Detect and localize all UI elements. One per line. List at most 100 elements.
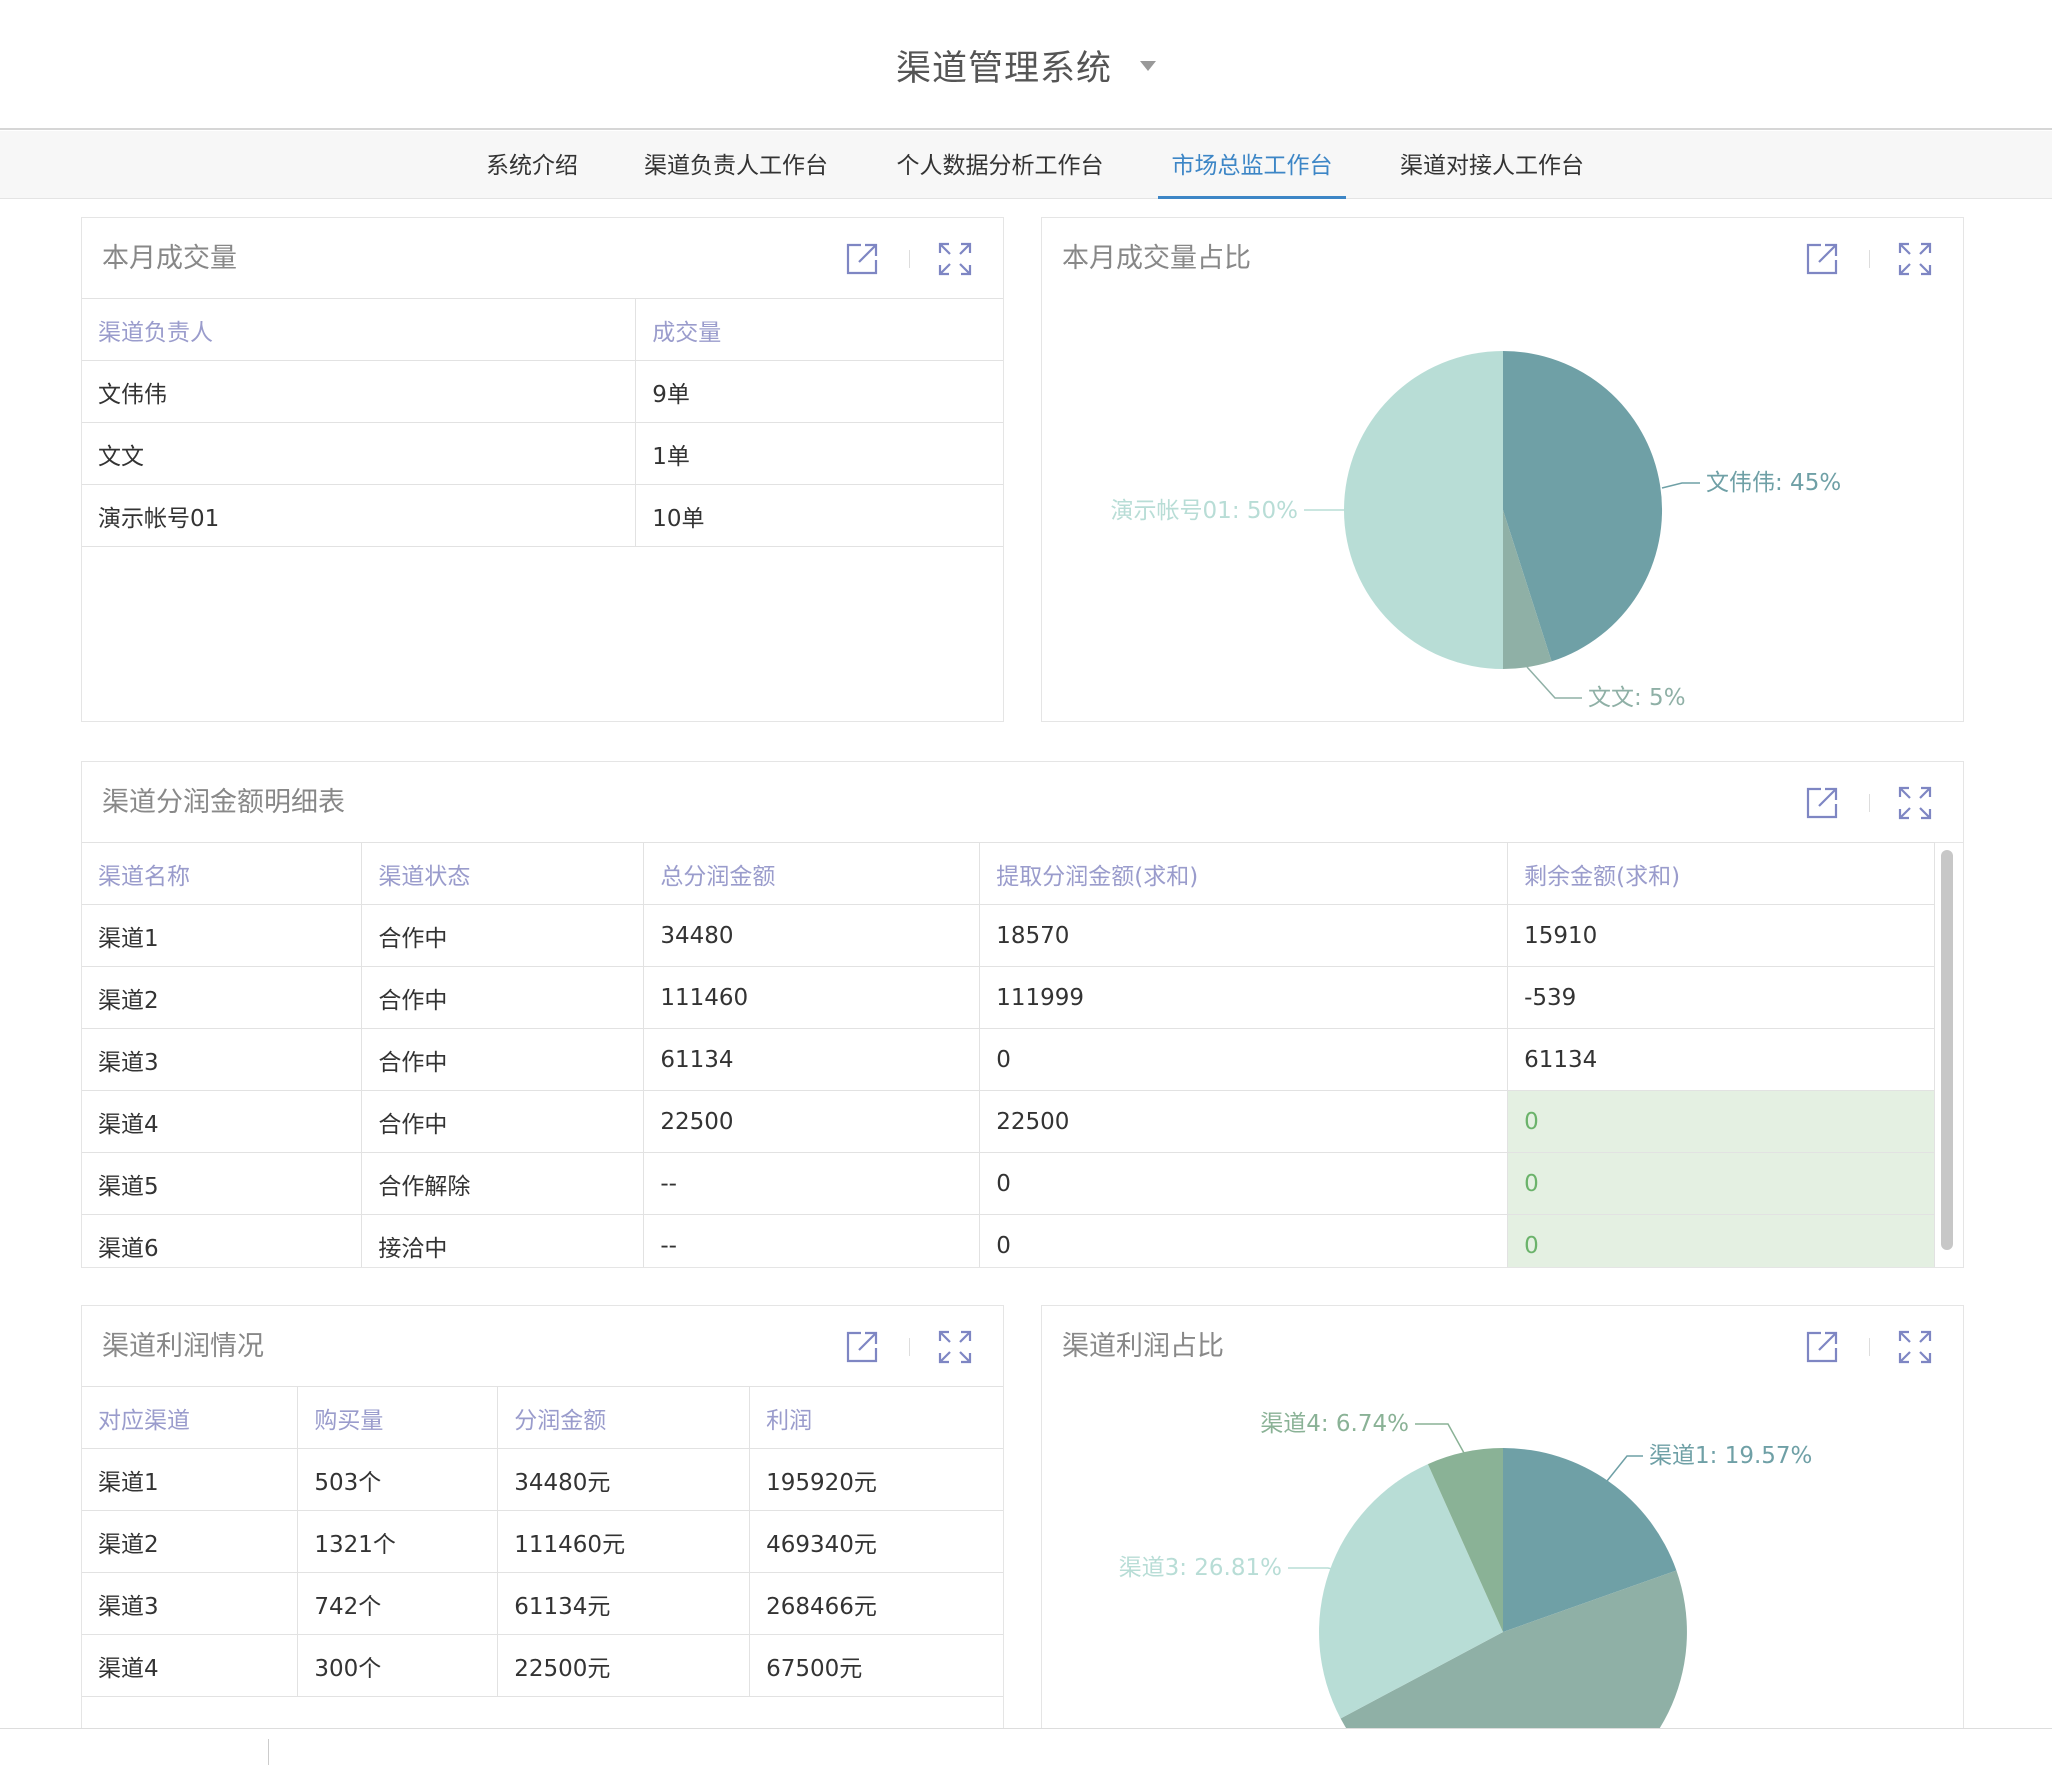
fullscreen-icon[interactable] bbox=[1896, 784, 1934, 822]
table-cell: 300个 bbox=[297, 1634, 499, 1697]
table-cell: 61134 bbox=[643, 1028, 981, 1091]
table-cell-highlighted: 0 bbox=[1507, 1214, 1935, 1267]
table-row: 渠道4 300个 22500元 67500元 bbox=[82, 1634, 1003, 1697]
table-cell: 渠道6 bbox=[82, 1214, 363, 1267]
table-header-row: 对应渠道 购买量 分润金额 利润 bbox=[82, 1386, 1003, 1449]
column-header[interactable]: 对应渠道 bbox=[82, 1386, 299, 1449]
pie-label-channel-1: 渠道1: 19.57% bbox=[1649, 1443, 1812, 1469]
table-cell: 503个 bbox=[297, 1448, 499, 1511]
table-cell: 渠道3 bbox=[82, 1572, 299, 1635]
table-cell: 渠道2 bbox=[82, 966, 363, 1029]
table-cell-highlighted: 0 bbox=[1507, 1152, 1935, 1215]
table-cell: 111460 bbox=[643, 966, 981, 1029]
table-cell: 渠道1 bbox=[82, 1448, 299, 1511]
table-cell: 111460元 bbox=[497, 1510, 751, 1573]
table-row: 渠道4 合作中 22500 22500 0 bbox=[82, 1090, 1935, 1153]
table-cell: 0 bbox=[979, 1214, 1509, 1267]
table-cell: 1单 bbox=[635, 422, 1003, 485]
divider bbox=[268, 1739, 269, 1765]
table-cell: 合作中 bbox=[361, 966, 645, 1029]
toolbar-divider bbox=[909, 1338, 910, 1356]
column-header[interactable]: 总分润金额 bbox=[643, 842, 981, 905]
table-cell: 61134 bbox=[1507, 1028, 1935, 1091]
table-cell: 合作中 bbox=[361, 1028, 645, 1091]
table-cell: 22500元 bbox=[497, 1634, 751, 1697]
chevron-down-icon[interactable] bbox=[1140, 61, 1156, 71]
fullscreen-icon[interactable] bbox=[936, 1328, 974, 1366]
table-cell: 文伟伟 bbox=[82, 360, 637, 423]
monthly-share-pie-chart: 文伟伟: 45% 文文: 5% 演示帐号01: 50% bbox=[1111, 351, 1841, 711]
column-header[interactable]: 购买量 bbox=[297, 1386, 499, 1449]
pie-slice-demo-account-01[interactable] bbox=[1344, 351, 1503, 669]
table-cell: 合作中 bbox=[361, 1090, 645, 1153]
open-external-icon[interactable] bbox=[843, 240, 881, 278]
table-header-row: 渠道负责人 成交量 bbox=[82, 298, 1003, 361]
bottom-bar bbox=[0, 1728, 2052, 1768]
table-cell: 195920元 bbox=[749, 1448, 1003, 1511]
table-cell: 22500 bbox=[643, 1090, 981, 1153]
channel-profit-panel: 渠道利润情况 对应渠道 购买量 分润金额 利润 渠道1 503个 34480元 … bbox=[81, 1305, 1004, 1755]
column-header[interactable]: 渠道名称 bbox=[82, 842, 363, 905]
label-line bbox=[1606, 1455, 1643, 1482]
pie-label-channel-4: 渠道4: 6.74% bbox=[1260, 1411, 1409, 1437]
table-cell: 67500元 bbox=[749, 1634, 1003, 1697]
column-header[interactable]: 渠道负责人 bbox=[82, 298, 637, 361]
tab-channel-contact-workbench[interactable]: 渠道对接人工作台 bbox=[1396, 131, 1588, 199]
column-header[interactable]: 渠道状态 bbox=[361, 842, 645, 905]
pie-label-wenwen: 文文: 5% bbox=[1588, 685, 1686, 711]
table-row: 演示帐号01 10单 bbox=[82, 484, 1003, 547]
table-cell: 34480 bbox=[643, 904, 981, 967]
app-title-switcher[interactable]: 渠道管理系统 bbox=[0, 40, 2052, 91]
column-header[interactable]: 利润 bbox=[749, 1386, 1003, 1449]
table-cell: 渠道4 bbox=[82, 1634, 299, 1697]
table-cell: 渠道1 bbox=[82, 904, 363, 967]
toolbar-divider bbox=[1869, 794, 1870, 812]
table-cell: 268466元 bbox=[749, 1572, 1003, 1635]
table-cell: 渠道5 bbox=[82, 1152, 363, 1215]
monthly-volume-panel: 本月成交量 渠道负责人 成交量 文伟伟 9单 文文 1单 演示帐号01 10单 bbox=[81, 217, 1004, 722]
table-row: 文伟伟 9单 bbox=[82, 360, 1003, 423]
label-line bbox=[1526, 666, 1582, 699]
tab-personal-analysis-workbench[interactable]: 个人数据分析工作台 bbox=[892, 131, 1108, 199]
table-row: 渠道1 合作中 34480 18570 15910 bbox=[82, 904, 1935, 967]
vertical-scrollbar[interactable] bbox=[1941, 850, 1953, 1250]
app-header: 渠道管理系统 bbox=[0, 0, 2052, 130]
table-cell: 渠道3 bbox=[82, 1028, 363, 1091]
main-nav: 系统介绍 渠道负责人工作台 个人数据分析工作台 市场总监工作台 渠道对接人工作台 bbox=[0, 131, 2052, 199]
tab-channel-owner-workbench[interactable]: 渠道负责人工作台 bbox=[640, 131, 832, 199]
panel-title: 渠道分润金额明细表 bbox=[102, 787, 345, 818]
table-row: 渠道5 合作解除 -- 0 0 bbox=[82, 1152, 1935, 1215]
open-external-icon[interactable] bbox=[1803, 784, 1841, 822]
table-cell: -539 bbox=[1507, 966, 1935, 1029]
table-cell: 文文 bbox=[82, 422, 637, 485]
table-row: 渠道1 503个 34480元 195920元 bbox=[82, 1448, 1003, 1511]
table-cell: 34480元 bbox=[497, 1448, 751, 1511]
open-external-icon[interactable] bbox=[843, 1328, 881, 1366]
table-cell: 10单 bbox=[635, 484, 1003, 547]
table-cell: 15910 bbox=[1507, 904, 1935, 967]
table-header-row: 渠道名称 渠道状态 总分润金额 提取分润金额(求和) 剩余金额(求和) bbox=[82, 842, 1935, 905]
label-line bbox=[1415, 1423, 1465, 1454]
table-cell: -- bbox=[643, 1214, 981, 1267]
fullscreen-icon[interactable] bbox=[936, 240, 974, 278]
column-header[interactable]: 分润金额 bbox=[497, 1386, 751, 1449]
table-cell-highlighted: 0 bbox=[1507, 1090, 1935, 1153]
tab-marketing-director-workbench[interactable]: 市场总监工作台 bbox=[1158, 131, 1346, 199]
column-header[interactable]: 提取分润金额(求和) bbox=[979, 842, 1509, 905]
monthly-volume-table: 渠道负责人 成交量 文伟伟 9单 文文 1单 演示帐号01 10单 bbox=[82, 298, 1003, 547]
table-cell: 演示帐号01 bbox=[82, 484, 637, 547]
table-cell: 742个 bbox=[297, 1572, 499, 1635]
panel-title: 渠道利润情况 bbox=[102, 1331, 264, 1362]
table-cell: -- bbox=[643, 1152, 981, 1215]
table-row: 渠道2 1321个 111460元 469340元 bbox=[82, 1510, 1003, 1573]
column-header[interactable]: 剩余金额(求和) bbox=[1507, 842, 1935, 905]
profit-detail-table: 渠道名称 渠道状态 总分润金额 提取分润金额(求和) 剩余金额(求和) 渠道1 … bbox=[82, 842, 1935, 1267]
table-cell: 0 bbox=[979, 1152, 1509, 1215]
tab-system-intro[interactable]: 系统介绍 bbox=[484, 131, 580, 199]
column-header[interactable]: 成交量 bbox=[635, 298, 1003, 361]
pie-label-demo-account-01: 演示帐号01: 50% bbox=[1111, 498, 1298, 524]
table-cell: 18570 bbox=[979, 904, 1509, 967]
table-cell: 渠道4 bbox=[82, 1090, 363, 1153]
channel-profit-table: 对应渠道 购买量 分润金额 利润 渠道1 503个 34480元 195920元… bbox=[82, 1386, 1003, 1697]
table-row: 渠道3 742个 61134元 268466元 bbox=[82, 1572, 1003, 1635]
